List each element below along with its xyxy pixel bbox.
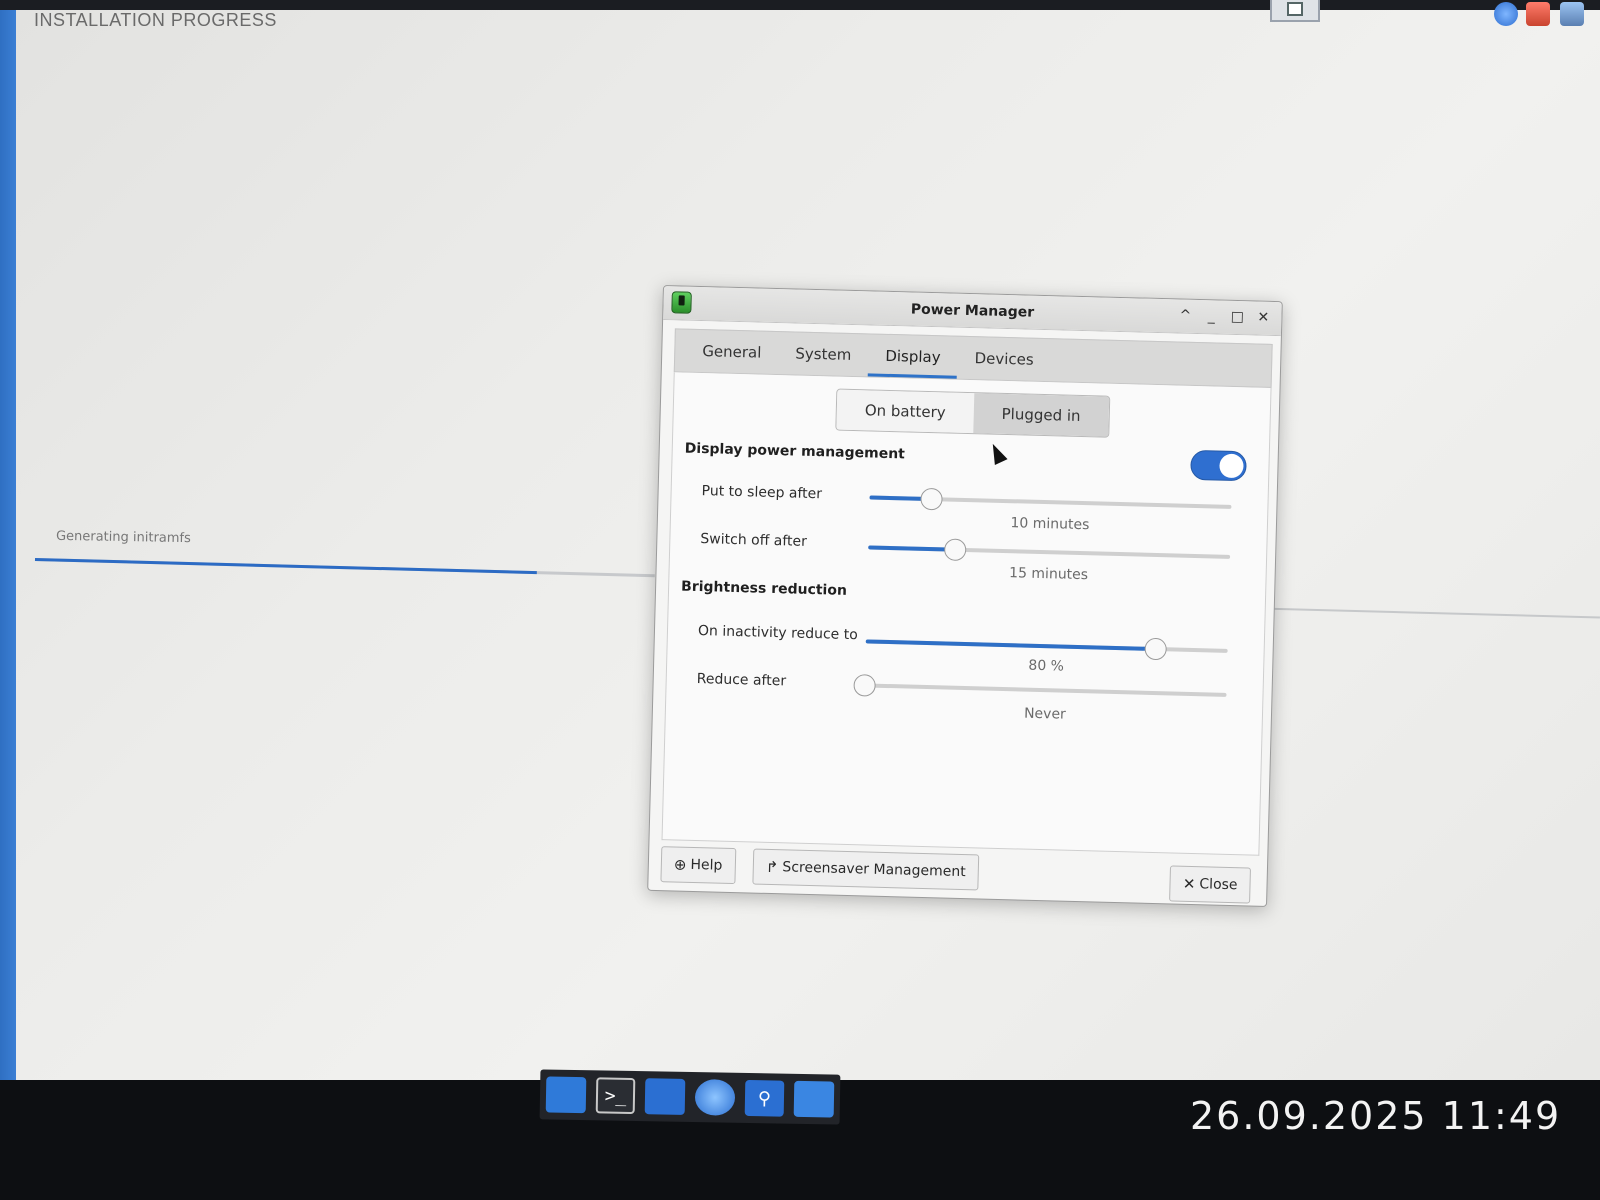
close-window-button[interactable]: ✕ [1255,308,1272,328]
maximize-button[interactable]: □ [1229,307,1246,327]
system-tray [1270,0,1600,32]
close-button[interactable]: ✕ Close [1169,865,1251,904]
power-source-switcher: On battery Plugged in [835,388,1111,438]
screensaver-arrow-icon: ↱ [765,857,779,877]
web-browser-icon[interactable] [694,1079,735,1116]
installer-side-strip [0,0,16,1080]
power-manager-dialog: Power Manager ^ _ □ ✕ General System Dis… [647,284,1283,908]
inactivity-slider-knob[interactable] [1143,637,1167,661]
reduce-after-slider[interactable] [853,674,1227,697]
desktop-screen: INSTALLATION PROGRESS Generating initram… [0,0,1600,1080]
display-tab-panel: On battery Plugged in Display power mana… [661,372,1272,856]
switch-off-slider-fill [868,545,956,552]
installer-status-text: Generating initramfs [55,528,191,547]
tab-general[interactable]: General [685,342,779,374]
help-button-label: Help [690,856,723,874]
help-button[interactable]: ⊕ Help [660,846,736,885]
close-button-label: Close [1199,876,1238,894]
desktop-icon[interactable] [545,1076,586,1114]
shade-button[interactable]: ^ [1177,305,1194,325]
reduce-after-label: Reduce after [696,671,787,690]
inactivity-slider[interactable] [865,637,1228,661]
installer-progress-bar [34,558,655,578]
search-icon[interactable]: ⚲ [744,1079,785,1117]
sleep-value: 10 minutes [1010,515,1090,534]
tab-display[interactable]: Display [868,346,958,378]
sleep-slider-knob[interactable] [919,487,943,511]
taskbar-dock: >_ ⚲ [539,1069,841,1125]
switch-off-value: 15 minutes [1008,565,1089,584]
photo-timestamp: 26.09.2025 11:49 [1190,1094,1562,1138]
installer-title: INSTALLATION PROGRESS [34,10,277,30]
tab-system[interactable]: System [778,344,869,376]
installer-progress-fill [34,558,538,575]
reduce-after-value: Never [1023,705,1067,723]
sleep-label: Put to sleep after [701,483,823,503]
screensaver-button-label: Screensaver Management [782,859,966,881]
screensaver-management-button[interactable]: ↱ Screensaver Management [752,848,980,891]
window-controls: ^ _ □ ✕ [1177,305,1271,327]
close-x-icon: ✕ [1182,874,1196,894]
display-settings-icon[interactable] [1526,2,1550,26]
plugged-in-button[interactable]: Plugged in [973,393,1110,437]
help-lifebuoy-icon: ⊕ [673,855,687,874]
inactivity-label: On inactivity reduce to [697,623,858,644]
sleep-slider[interactable] [869,487,1232,511]
inactivity-value: 80 % [1028,657,1065,675]
network-icon[interactable] [1494,2,1518,26]
text-editor-icon[interactable] [645,1078,686,1115]
terminal-icon[interactable]: >_ [595,1077,636,1115]
notes-icon[interactable] [1560,2,1584,26]
minimize-button[interactable]: _ [1203,306,1220,326]
display-power-toggle[interactable] [1190,449,1247,482]
display-power-heading: Display power management [684,440,906,463]
brightness-heading: Brightness reduction [680,578,848,599]
inactivity-slider-fill [865,639,1156,651]
switch-off-slider[interactable] [868,538,1231,562]
window-switcher-icon[interactable] [1270,0,1320,22]
switch-off-slider-knob[interactable] [943,538,967,562]
file-manager-icon[interactable] [793,1080,835,1118]
reduce-after-slider-knob[interactable] [853,674,876,697]
toggle-knob [1219,453,1244,479]
tab-devices[interactable]: Devices [957,349,1051,381]
on-battery-button[interactable]: On battery [836,389,975,434]
divider-line [1260,607,1600,619]
dialog-titlebar[interactable]: Power Manager ^ _ □ ✕ [663,286,1282,337]
switch-off-label: Switch off after [700,531,808,550]
